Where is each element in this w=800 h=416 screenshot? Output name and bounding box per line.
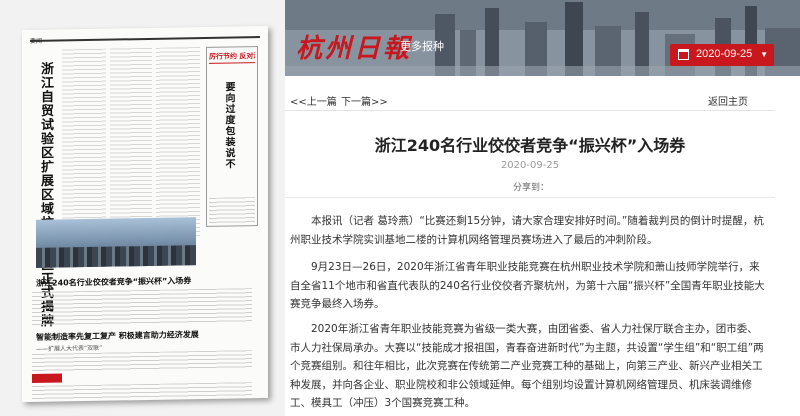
newspaper-sidebar-header: 厉行节约 反对浪费 <box>209 49 255 64</box>
newspaper-masthead-rule: 要闻 <box>30 31 260 46</box>
share-label[interactable]: 分享到： <box>513 180 549 193</box>
newspaper-skyline-photo <box>36 217 196 268</box>
newspaper-page-panel: 要闻 浙江自贸试验区扩展区域杭州片区正式揭牌 厉行节约 反对浪费 要向过度包装说… <box>0 0 285 416</box>
article-date: 2020-09-25 <box>500 160 560 171</box>
newspaper-red-section-tag <box>32 373 62 383</box>
calendar-icon <box>678 49 689 60</box>
newspaper-page-image[interactable]: 要闻 浙江自贸试验区扩展区域杭州片区正式揭牌 厉行节约 反对浪费 要向过度包装说… <box>22 25 268 403</box>
next-article-link[interactable]: 下一篇>> <box>341 93 388 108</box>
article-paragraph: 本报讯（记者 葛玲燕）“比赛还剩15分钟，请大家合理安排好时间。”随着裁判员的倒… <box>290 215 764 246</box>
date-select-value: 2020-09-25 <box>696 48 753 60</box>
more-papers-link[interactable]: 更多报种 <box>400 38 444 54</box>
article-title: 浙江240名行业佼佼者竞争“振兴杯”入场券 <box>374 136 686 155</box>
newspaper-sidebar-headline: 要向过度包装说不 <box>223 81 234 170</box>
newspaper-subheadline-3: ——扩展人大代表“双联” <box>36 344 103 353</box>
newspaper-text-columns <box>62 47 200 240</box>
newspaper-headline-3[interactable]: 智能制造率先复工复产 积极建言助力经济发展 <box>36 329 199 343</box>
newspaper-text-block <box>32 288 252 326</box>
article-paragraph: 9月23日—26日，2020年浙江省青年职业技能竞赛在杭州职业技术学院和萧山技师… <box>290 261 765 310</box>
newspaper-headline-2[interactable]: 浙江240名行业佼佼者竞争“振兴杯”入场券 <box>36 275 191 289</box>
nav-divider <box>285 110 775 111</box>
back-home-link[interactable]: 返回主页 <box>708 93 748 108</box>
prev-article-link[interactable]: <<上一篇 <box>290 93 337 108</box>
newspaper-sidebar-box[interactable]: 厉行节约 反对浪费 要向过度包装说不 <box>206 46 258 227</box>
share-divider <box>285 197 775 198</box>
article-paragraph: 2020年浙江省青年职业技能竞赛为省级一类大赛，由团省委、省人力社保厅联合主办，… <box>290 323 764 409</box>
date-select-button[interactable]: 2020-09-25 ▼ <box>670 44 774 66</box>
newspaper-section-label: 要闻 <box>30 37 43 46</box>
article-nav: <<上一篇 下一篇>> 返回主页 <box>287 93 772 108</box>
hangzhou-daily-logo[interactable]: 杭州日報 <box>296 28 412 65</box>
chevron-down-icon: ▼ <box>760 50 768 59</box>
